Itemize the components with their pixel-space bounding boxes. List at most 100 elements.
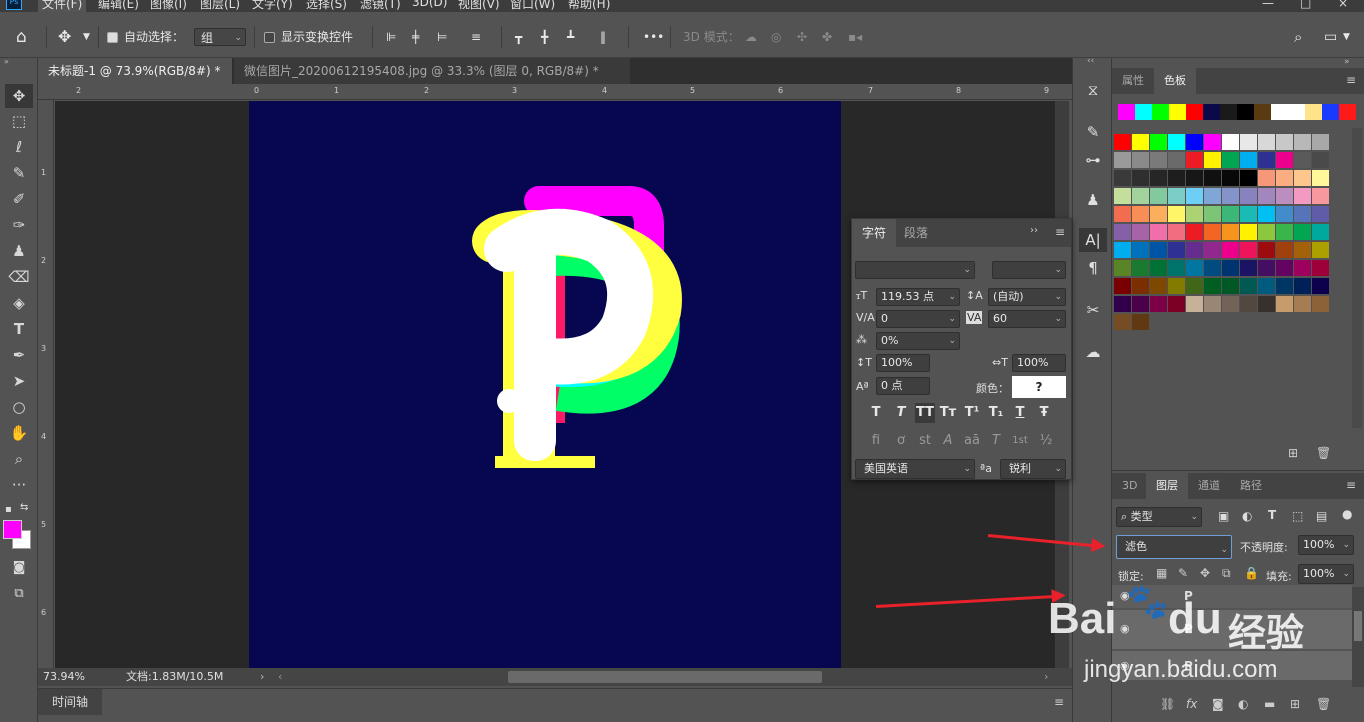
color-swatch[interactable] [1168,134,1185,150]
collapse-icon[interactable]: ‹‹ [1087,56,1094,66]
search-icon[interactable]: ⌕ [1294,28,1302,46]
color-swatch[interactable] [1114,206,1131,222]
color-swatch[interactable] [1312,206,1329,222]
blend-mode-select[interactable]: 滤色 ⌄ [1116,535,1232,559]
color-swatch[interactable] [1294,188,1311,204]
all-caps-button[interactable]: TT [915,403,935,423]
color-swatch[interactable] [1204,206,1221,222]
color-swatch[interactable] [1276,170,1293,186]
character-panel-icon[interactable]: A| [1079,228,1107,252]
recent-swatch[interactable] [1203,104,1220,120]
swap-colors-icon[interactable]: ⇆ [20,502,28,513]
subscript-button[interactable]: T₁ [986,403,1006,423]
color-swatch[interactable] [1222,206,1239,222]
filter-toggle-icon[interactable]: ● [1342,507,1352,521]
color-swatch[interactable] [1240,134,1257,150]
color-swatch[interactable] [1150,224,1167,240]
color-swatch[interactable] [1240,206,1257,222]
chevron-down-icon[interactable]: ▼ [83,28,90,46]
color-swatch[interactable] [1114,314,1131,330]
color-swatch[interactable] [1132,224,1149,240]
menu-view[interactable]: 视图(V) [458,0,500,12]
collapse-icon[interactable]: » [1344,57,1350,67]
minimize-icon[interactable]: — [1262,0,1274,10]
move-tool-icon[interactable]: ✥ [58,28,71,46]
color-swatch[interactable] [1114,224,1131,240]
color-swatch[interactable] [1168,278,1185,294]
color-swatch[interactable] [1168,224,1185,240]
menu-help[interactable]: 帮助(H) [568,0,610,12]
menu-layer[interactable]: 图层(L) [200,0,240,12]
color-swatch[interactable] [1240,260,1257,276]
tab-paragraph[interactable]: 段落 [894,219,938,247]
zoom-level[interactable]: 73.94% [43,668,85,686]
color-swatch[interactable] [1132,242,1149,258]
tab-untitled-1[interactable]: 未标题-1 @ 73.9%(RGB/8#) * [38,58,232,84]
recent-swatch[interactable] [1305,104,1322,120]
color-swatch[interactable] [1294,206,1311,222]
color-swatch[interactable] [1258,134,1275,150]
eyedropper-icon[interactable]: ✐ [5,187,33,211]
tracking-field[interactable]: 60 ⌄ [988,310,1066,328]
color-swatch[interactable] [1276,206,1293,222]
adjustments-icon[interactable]: ⊶ [1079,148,1107,172]
color-swatch[interactable] [1258,206,1275,222]
layer-filter-select[interactable]: ⌕ 类型 ⌄ [1116,507,1202,527]
distribute-v-icon[interactable]: ‖ [600,28,606,46]
recent-swatch[interactable] [1186,104,1203,120]
stamp-tool-icon[interactable]: ♟ [5,239,33,263]
small-caps-button[interactable]: Tт [938,403,958,423]
quick-mask-icon[interactable]: ◙ [5,556,33,580]
align-left-icon[interactable]: ⊫ [386,28,396,46]
color-swatch[interactable] [1294,134,1311,150]
color-swatch[interactable] [1132,152,1149,168]
link-layers-icon[interactable]: ⛓ [1160,697,1175,711]
color-swatch[interactable] [1276,224,1293,240]
layer-mask-icon[interactable]: ◙ [1212,697,1224,711]
color-swatch[interactable] [1312,224,1329,240]
underline-button[interactable]: T [1010,403,1030,423]
menu-edit[interactable]: 编辑(E) [98,0,139,12]
baseline-shift-field[interactable]: 0 点 [876,377,930,395]
color-swatch[interactable] [1186,152,1203,168]
color-swatch[interactable] [1114,242,1131,258]
color-swatch[interactable] [1204,296,1221,312]
align-center-h-icon[interactable]: ╪ [412,28,419,46]
titling-alternates-button[interactable]: T [986,431,1006,451]
filter-smart-icon[interactable]: ▤ [1316,509,1327,523]
recent-swatch[interactable] [1152,104,1169,120]
color-swatch[interactable] [1204,188,1221,204]
align-bottom-icon[interactable]: ┻ [567,28,574,46]
recent-swatch[interactable] [1135,104,1152,120]
recent-swatch[interactable] [1254,104,1271,120]
document-canvas[interactable] [249,101,841,668]
color-swatch[interactable] [1294,296,1311,312]
zoom-tool-icon[interactable]: ⌕ [5,447,33,471]
magic-wand-icon[interactable]: ✎ [5,161,33,185]
auto-select-checkbox[interactable] [107,28,118,46]
scale-3d-icon[interactable]: ▪◂ [848,28,862,46]
ellipse-tool-icon[interactable]: ○ [5,395,33,419]
drag-3d-icon[interactable]: ✣ [797,28,807,46]
new-group-icon[interactable]: ▬ [1264,697,1275,711]
color-swatch[interactable] [1276,134,1293,150]
tab-character[interactable]: 字符 [852,219,897,247]
color-swatch[interactable] [1294,260,1311,276]
filter-adjustment-icon[interactable]: ◐ [1242,509,1252,523]
color-swatch[interactable] [1186,260,1203,276]
color-swatch[interactable] [1294,278,1311,294]
swash-button[interactable]: A [938,431,958,451]
faux-italic-button[interactable]: T [891,403,911,423]
distribute-icon[interactable]: ≡ [471,28,481,46]
color-swatch[interactable] [1222,152,1239,168]
tab-channels[interactable]: 通道 [1188,473,1230,499]
show-transform-checkbox[interactable] [264,28,275,46]
expand-icon[interactable]: ›› [1030,225,1038,236]
panel-menu-icon[interactable]: ≡ [1346,73,1356,87]
panel-menu-icon[interactable]: ≡ [1346,478,1356,492]
color-swatch[interactable] [1168,260,1185,276]
scroll-left-icon[interactable]: ‹ [278,668,282,686]
horizontal-scale-field[interactable]: 100% [1012,354,1066,372]
color-swatch[interactable] [1168,188,1185,204]
pen-tool-icon[interactable]: ✒ [5,343,33,367]
